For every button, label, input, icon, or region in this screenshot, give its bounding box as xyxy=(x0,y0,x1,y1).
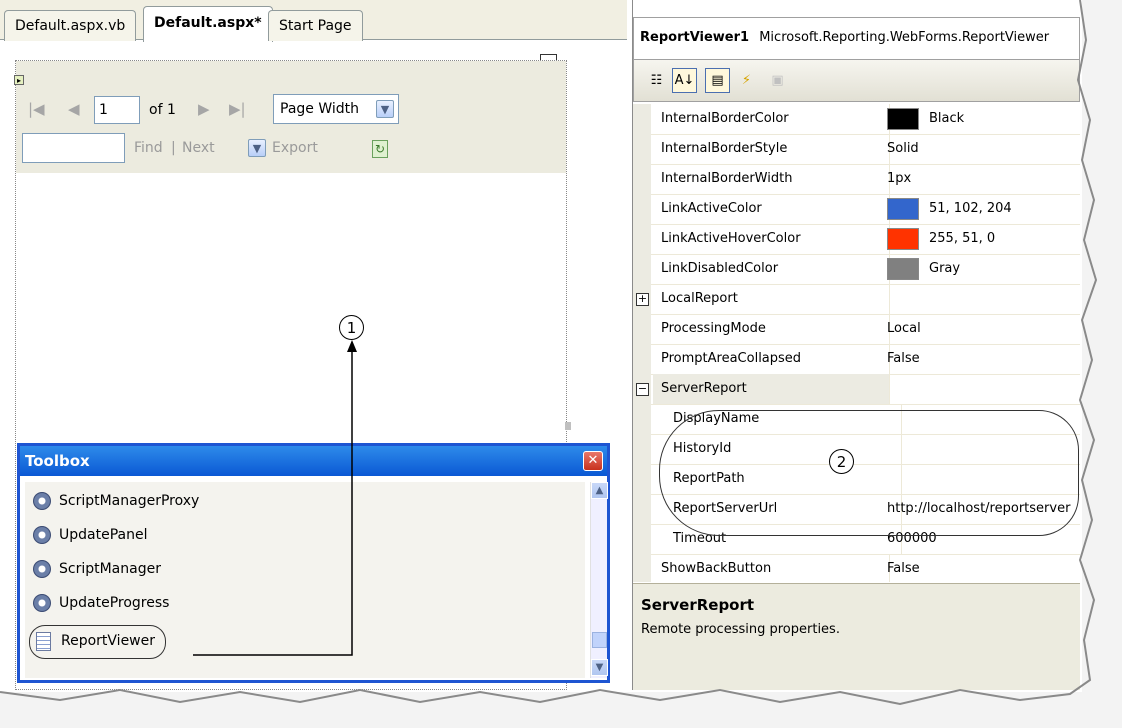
torn-edge-outline xyxy=(0,0,1098,706)
